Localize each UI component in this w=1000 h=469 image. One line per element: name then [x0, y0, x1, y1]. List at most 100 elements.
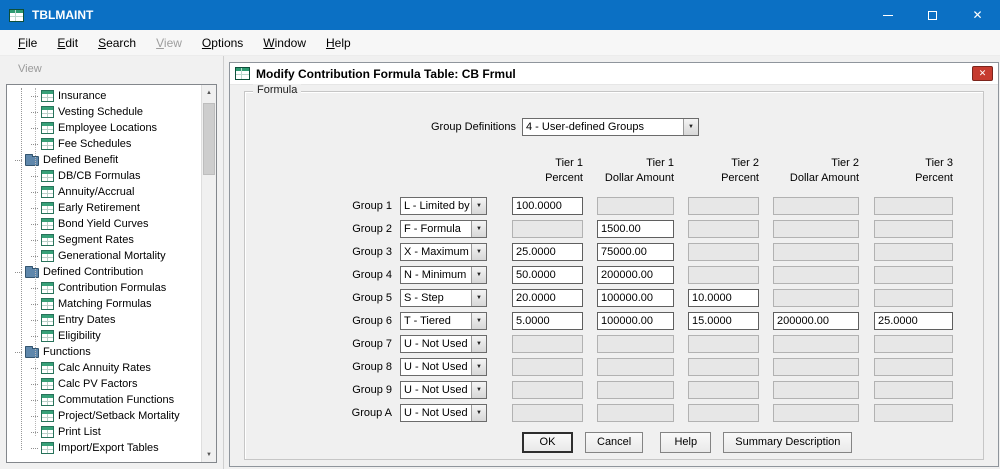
tier-field — [874, 335, 953, 353]
tree-item-import-export-tables[interactable]: Import/Export Tables — [9, 440, 199, 456]
tree-item-generational-mortality[interactable]: Generational Mortality — [9, 248, 199, 264]
chevron-down-icon: ▼ — [471, 359, 486, 375]
tree-item-label: Segment Rates — [58, 234, 134, 246]
chevron-down-icon: ▼ — [471, 198, 486, 214]
tree-item-employee-locations[interactable]: Employee Locations — [9, 120, 199, 136]
group-type-select[interactable]: U - Not Used▼ — [400, 358, 487, 376]
tree-item-insurance[interactable]: Insurance — [9, 88, 199, 104]
menu-item-help[interactable]: Help — [316, 32, 361, 54]
tier-field — [874, 243, 953, 261]
tier-field[interactable] — [512, 289, 583, 307]
tree-item-annuity-accrual[interactable]: Annuity/Accrual — [9, 184, 199, 200]
group-type-select[interactable]: U - Not Used▼ — [400, 335, 487, 353]
group-type-select[interactable]: F - Formula▼ — [400, 220, 487, 238]
tier-field — [512, 381, 583, 399]
menu-item-window[interactable]: Window — [253, 32, 316, 54]
group-type-select[interactable]: L - Limited by▼ — [400, 197, 487, 215]
tier-field — [773, 197, 859, 215]
tree-item-print-list[interactable]: Print List — [9, 424, 199, 440]
dialog-close-button[interactable]: ✕ — [972, 66, 993, 81]
scroll-up-button[interactable]: ▲ — [202, 85, 216, 100]
tier-field[interactable] — [688, 312, 759, 330]
tier-field[interactable] — [773, 312, 859, 330]
tree-item-segment-rates[interactable]: Segment Rates — [9, 232, 199, 248]
tree-item-fee-schedules[interactable]: Fee Schedules — [9, 136, 199, 152]
minimize-button[interactable] — [865, 0, 910, 30]
menu-item-search[interactable]: Search — [88, 32, 146, 54]
tree-item-defined-contribution[interactable]: Defined Contribution — [9, 264, 199, 280]
tier-field — [688, 197, 759, 215]
tier-field[interactable] — [512, 312, 583, 330]
group-type-select[interactable]: X - Maximum▼ — [400, 243, 487, 261]
group-type-select[interactable]: U - Not Used▼ — [400, 381, 487, 399]
tree-item-vesting-schedule[interactable]: Vesting Schedule — [9, 104, 199, 120]
chevron-down-icon: ▼ — [471, 382, 486, 398]
table-icon — [41, 106, 54, 118]
tier-field[interactable] — [512, 197, 583, 215]
tier-field — [773, 243, 859, 261]
formula-row-group-2: Group 2F - Formula▼ — [245, 217, 983, 240]
tree-connector — [31, 144, 38, 145]
maximize-button[interactable] — [910, 0, 955, 30]
tree-item-functions[interactable]: Functions — [9, 344, 199, 360]
tree-item-commutation-functions[interactable]: Commutation Functions — [9, 392, 199, 408]
tier-field — [688, 335, 759, 353]
help-button[interactable]: Help — [660, 432, 711, 453]
tier-field[interactable] — [597, 289, 674, 307]
tree-item-label: Vesting Schedule — [58, 106, 143, 118]
summary-description-button[interactable]: Summary Description — [723, 432, 852, 453]
group-type-select[interactable]: N - Minimum▼ — [400, 266, 487, 284]
tree-item-calc-annuity-rates[interactable]: Calc Annuity Rates — [9, 360, 199, 376]
formula-row-group-a: Group A U - Not Used▼ — [245, 401, 983, 424]
group-type-value: F - Formula — [401, 221, 471, 237]
tree-item-label: Generational Mortality — [58, 250, 166, 262]
tree-connector — [31, 384, 38, 385]
tier-field — [688, 358, 759, 376]
tier-field[interactable] — [688, 289, 759, 307]
cancel-button[interactable]: Cancel — [585, 432, 643, 453]
group-label: Group A — [245, 407, 392, 419]
tree-item-defined-benefit[interactable]: Defined Benefit — [9, 152, 199, 168]
tier-field[interactable] — [874, 312, 953, 330]
scrollbar-thumb[interactable] — [203, 103, 215, 175]
tier-field[interactable] — [512, 266, 583, 284]
tree-connector — [31, 256, 38, 257]
tier-field[interactable] — [597, 243, 674, 261]
tree-scrollbar[interactable]: ▲ ▼ — [201, 85, 216, 462]
ok-button[interactable]: OK — [522, 432, 573, 453]
group-type-select[interactable]: S - Step▼ — [400, 289, 487, 307]
tier-field[interactable] — [597, 312, 674, 330]
dialog-titlebar[interactable]: Modify Contribution Formula Table: CB Fr… — [230, 63, 998, 85]
tree-item-bond-yield-curves[interactable]: Bond Yield Curves — [9, 216, 199, 232]
scroll-down-button[interactable]: ▼ — [202, 447, 216, 462]
column-header-tier-2-percent: Tier 2Percent — [688, 156, 759, 186]
tier-field[interactable] — [597, 220, 674, 238]
tree-item-eligibility[interactable]: Eligibility — [9, 328, 199, 344]
tier-field[interactable] — [512, 243, 583, 261]
menu-item-file[interactable]: File — [8, 32, 47, 54]
tree-item-early-retirement[interactable]: Early Retirement — [9, 200, 199, 216]
formula-row-group-3: Group 3X - Maximum▼ — [245, 240, 983, 263]
chevron-down-icon: ▼ — [471, 405, 486, 421]
group-type-select[interactable]: T - Tiered▼ — [400, 312, 487, 330]
tree-item-db-cb-formulas[interactable]: DB/CB Formulas — [9, 168, 199, 184]
tree-item-entry-dates[interactable]: Entry Dates — [9, 312, 199, 328]
tree-item-label: Employee Locations — [58, 122, 157, 134]
menu-item-options[interactable]: Options — [192, 32, 253, 54]
formula-groupbox-legend: Formula — [253, 84, 301, 96]
group-definitions-select[interactable]: 4 - User-defined Groups ▼ — [522, 118, 699, 136]
menu-item-edit[interactable]: Edit — [47, 32, 88, 54]
table-icon — [41, 138, 54, 150]
tier-field[interactable] — [597, 266, 674, 284]
tree-item-matching-formulas[interactable]: Matching Formulas — [9, 296, 199, 312]
tree-item-calc-pv-factors[interactable]: Calc PV Factors — [9, 376, 199, 392]
close-button[interactable]: ✕ — [955, 0, 1000, 30]
close-icon: ✕ — [972, 9, 982, 21]
tree-item-project-setback-mortality[interactable]: Project/Setback Mortality — [9, 408, 199, 424]
group-type-select[interactable]: U - Not Used▼ — [400, 404, 487, 422]
tree-item-label: Defined Contribution — [43, 266, 143, 278]
tree-item-contribution-formulas[interactable]: Contribution Formulas — [9, 280, 199, 296]
tier-field — [597, 404, 674, 422]
tier-field — [512, 404, 583, 422]
group-type-value: L - Limited by — [401, 198, 471, 214]
